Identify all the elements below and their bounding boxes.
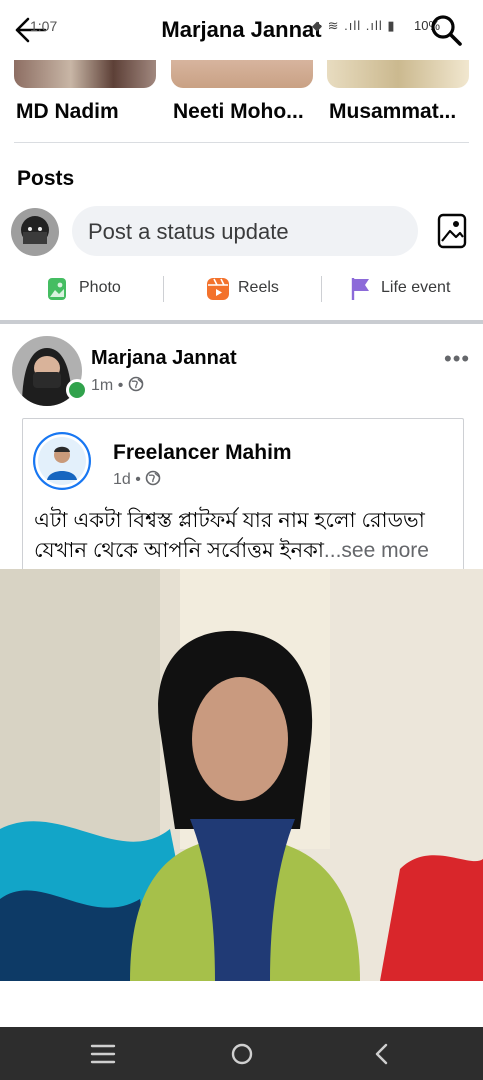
online-status-dot	[66, 379, 88, 401]
post-text-line: এটা একটা বিশ্বস্ত প্লাটফর্ম যার নাম হলো …	[34, 509, 425, 532]
globe-icon	[128, 376, 144, 392]
signal-icons: ◆ ≋ .ıll .ıll ▮	[312, 18, 396, 33]
friend-photo-musammat[interactable]	[327, 60, 469, 88]
meta-separator: •	[117, 377, 128, 394]
section-divider	[0, 320, 483, 324]
photo-icon	[48, 278, 66, 300]
post-meta: 1m •	[91, 376, 144, 395]
divider	[163, 276, 164, 302]
photo-label: Photo	[79, 279, 121, 296]
divider	[14, 142, 469, 143]
divider	[321, 276, 322, 302]
shared-post-text: এটা একটা বিশ্বস্ত প্লাটফর্ম যার নাম হলো …	[34, 506, 454, 566]
flag-icon	[351, 278, 369, 300]
see-more-link[interactable]: ...see more	[324, 539, 429, 562]
reels-action-button[interactable]: Reels	[205, 272, 315, 306]
friend-name[interactable]: Neeti Moho...	[173, 100, 313, 124]
globe-icon	[145, 470, 161, 486]
life-event-label: Life event	[381, 279, 451, 296]
friend-name[interactable]: Musammat...	[329, 100, 469, 124]
photo-action-button[interactable]: Photo	[44, 272, 154, 306]
life-event-action-button[interactable]: Life event	[350, 272, 475, 306]
reels-label: Reels	[238, 279, 279, 296]
more-options-icon[interactable]: •••	[444, 346, 470, 372]
avatar[interactable]	[11, 208, 59, 256]
system-navigation-bar	[0, 1027, 483, 1080]
home-icon[interactable]	[230, 1042, 254, 1066]
image-icon[interactable]	[434, 212, 470, 250]
page-title: Marjana Jannat	[161, 17, 322, 42]
friend-photo-md-nadim[interactable]	[14, 60, 156, 88]
meta-separator: •	[135, 471, 146, 488]
shared-author-avatar[interactable]	[33, 432, 91, 490]
recent-apps-icon[interactable]	[90, 1043, 116, 1065]
back-icon[interactable]	[372, 1042, 390, 1066]
reels-icon	[207, 278, 229, 300]
shared-post-meta: 1d •	[113, 470, 161, 489]
friend-photo-neeti[interactable]	[171, 60, 313, 88]
post-time: 1m	[91, 377, 114, 394]
shared-post-time: 1d	[113, 471, 131, 488]
video-frame	[0, 569, 483, 981]
shared-author-name[interactable]: Freelancer Mahim	[113, 441, 292, 465]
video-player[interactable]	[0, 569, 483, 981]
search-icon[interactable]	[428, 12, 464, 48]
post-text-line: যেখান থেকে আপনি সর্বোত্তম ইনকা	[34, 539, 324, 562]
status-update-input[interactable]: Post a status update	[72, 206, 418, 256]
post-author-name[interactable]: Marjana Jannat	[91, 347, 237, 370]
friend-name[interactable]: MD Nadim	[16, 100, 156, 124]
posts-heading: Posts	[17, 167, 75, 190]
status-placeholder: Post a status update	[88, 219, 289, 244]
